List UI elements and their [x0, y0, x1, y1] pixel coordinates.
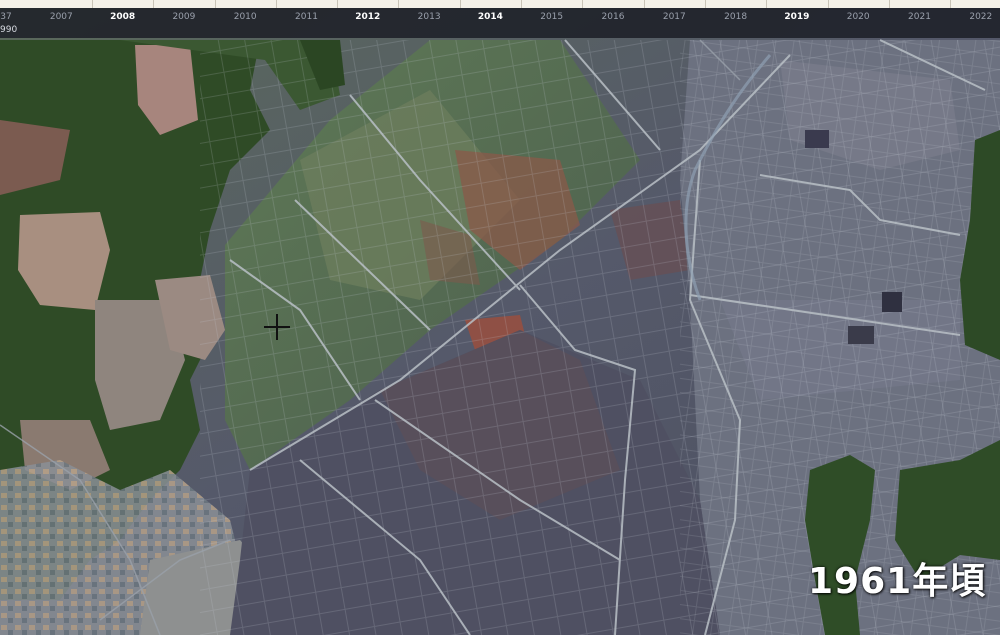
timeline-slider-track[interactable]: [0, 0, 1000, 8]
timeline-tick: [950, 0, 952, 8]
timeline-tick: [521, 0, 523, 8]
aerial-map[interactable]: [0, 0, 1000, 635]
timeline-tick: [337, 0, 339, 8]
timeline-bar[interactable]: 37 2007 2008 2009 2010 2011 2012 2013 2014 2015 20…: [0, 0, 1000, 38]
year-label[interactable]: 2009: [172, 12, 195, 22]
timeline-tick: [398, 0, 400, 8]
year-label[interactable]: 2007: [50, 12, 73, 22]
year-label[interactable]: 2015: [540, 12, 563, 22]
year-label[interactable]: 2017: [663, 12, 686, 22]
year-label[interactable]: 2012: [355, 12, 380, 22]
year-label[interactable]: 2016: [602, 12, 625, 22]
year-label[interactable]: 2014: [478, 12, 503, 22]
timeline-tick: [827, 0, 829, 8]
timeline-tick: [643, 0, 645, 8]
timeline-tick: [459, 0, 461, 8]
timeline-tick: [888, 0, 890, 8]
year-label[interactable]: 2020: [847, 12, 870, 22]
era-label: 1961年頃: [808, 561, 987, 602]
year-label[interactable]: 2011: [295, 12, 318, 22]
timeline-tick: [582, 0, 584, 8]
crosshair-icon: [264, 314, 290, 340]
timeline-tick: [153, 0, 155, 8]
year-label[interactable]: 2019: [784, 12, 809, 22]
year-label[interactable]: 2022: [969, 12, 992, 22]
year-label[interactable]: 2018: [724, 12, 747, 22]
timeline-tick: [704, 0, 706, 8]
year-label[interactable]: 2021: [908, 12, 931, 22]
year-label[interactable]: 37: [0, 12, 11, 22]
timeline-tick: [91, 0, 93, 8]
timeline-tick: [214, 0, 216, 8]
timeline-tick: [275, 0, 277, 8]
timeline-sub-label: 990: [0, 25, 18, 35]
year-label[interactable]: 2010: [234, 12, 257, 22]
year-label[interactable]: 2013: [418, 12, 441, 22]
year-label[interactable]: 2008: [110, 12, 135, 22]
timeline-tick: [766, 0, 768, 8]
